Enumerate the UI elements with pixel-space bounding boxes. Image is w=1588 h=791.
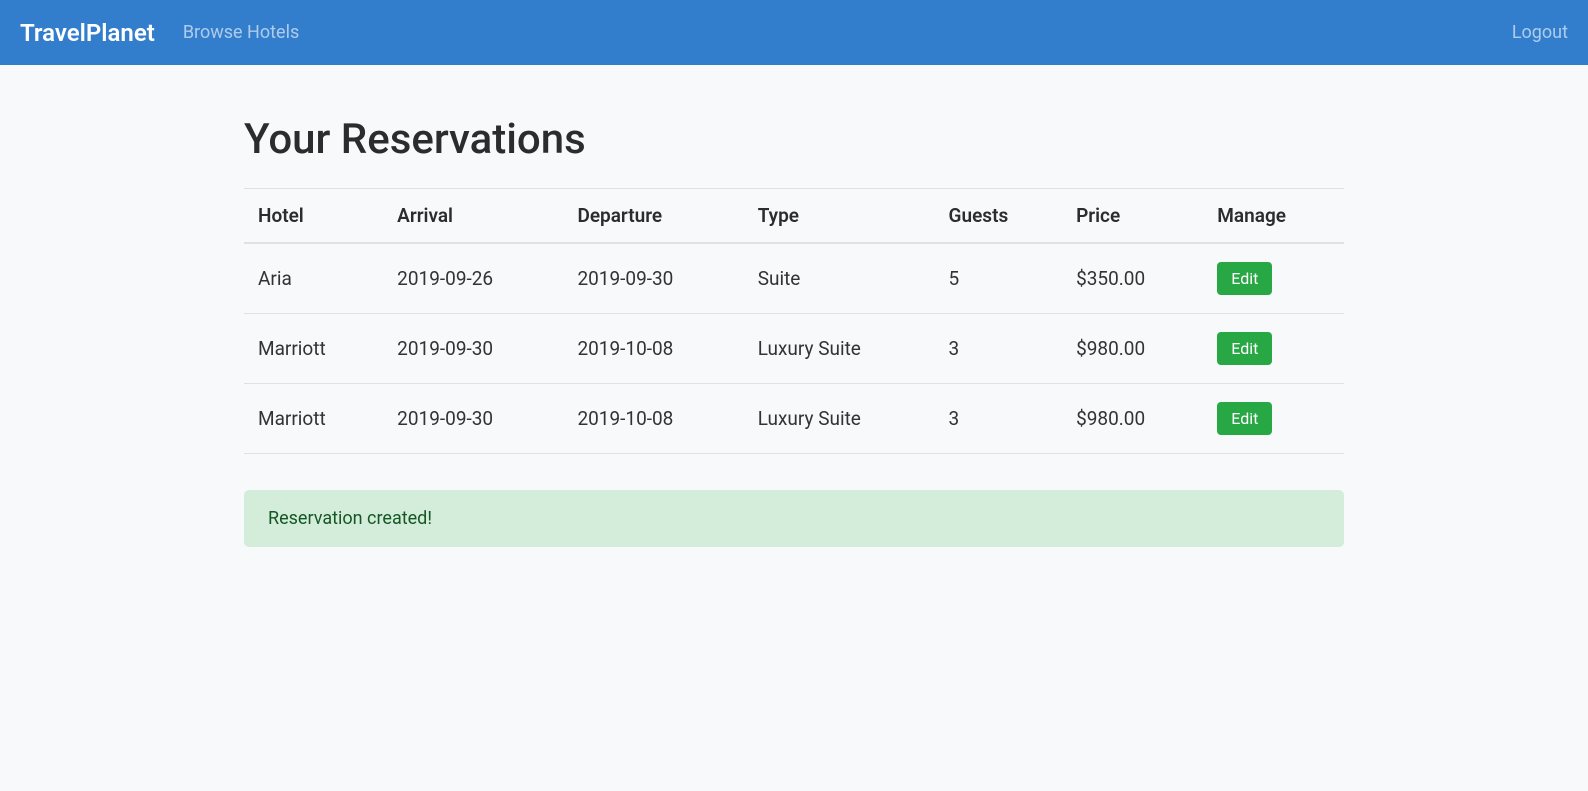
cell-manage: Edit (1203, 314, 1344, 384)
cell-arrival: 2019-09-30 (383, 384, 563, 454)
navbar-left: TravelPlanet Browse Hotels (20, 19, 299, 47)
edit-button[interactable]: Edit (1217, 332, 1272, 365)
cell-price: $980.00 (1062, 384, 1203, 454)
table-row: Marriott 2019-09-30 2019-10-08 Luxury Su… (244, 314, 1344, 384)
header-type: Type (744, 189, 935, 244)
cell-guests: 3 (935, 384, 1063, 454)
header-manage: Manage (1203, 189, 1344, 244)
main-container: Your Reservations Hotel Arrival Departur… (244, 65, 1344, 547)
cell-type: Suite (744, 243, 935, 314)
edit-button[interactable]: Edit (1217, 402, 1272, 435)
cell-price: $980.00 (1062, 314, 1203, 384)
cell-arrival: 2019-09-26 (383, 243, 563, 314)
reservations-table: Hotel Arrival Departure Type Guests Pric… (244, 188, 1344, 454)
header-price: Price (1062, 189, 1203, 244)
header-guests: Guests (935, 189, 1063, 244)
header-departure: Departure (563, 189, 743, 244)
brand-link[interactable]: TravelPlanet (20, 19, 155, 47)
table-row: Marriott 2019-09-30 2019-10-08 Luxury Su… (244, 384, 1344, 454)
navbar-right: Logout (1512, 22, 1568, 43)
cell-type: Luxury Suite (744, 384, 935, 454)
edit-button[interactable]: Edit (1217, 262, 1272, 295)
table-header-row: Hotel Arrival Departure Type Guests Pric… (244, 189, 1344, 244)
logout-link[interactable]: Logout (1512, 22, 1568, 43)
browse-hotels-link[interactable]: Browse Hotels (183, 22, 299, 43)
cell-type: Luxury Suite (744, 314, 935, 384)
cell-arrival: 2019-09-30 (383, 314, 563, 384)
cell-departure: 2019-10-08 (563, 314, 743, 384)
success-alert: Reservation created! (244, 490, 1344, 547)
cell-guests: 5 (935, 243, 1063, 314)
cell-hotel: Aria (244, 243, 383, 314)
table-row: Aria 2019-09-26 2019-09-30 Suite 5 $350.… (244, 243, 1344, 314)
cell-hotel: Marriott (244, 384, 383, 454)
cell-manage: Edit (1203, 243, 1344, 314)
header-hotel: Hotel (244, 189, 383, 244)
navbar: TravelPlanet Browse Hotels Logout (0, 0, 1588, 65)
cell-hotel: Marriott (244, 314, 383, 384)
cell-price: $350.00 (1062, 243, 1203, 314)
cell-departure: 2019-10-08 (563, 384, 743, 454)
cell-guests: 3 (935, 314, 1063, 384)
cell-manage: Edit (1203, 384, 1344, 454)
cell-departure: 2019-09-30 (563, 243, 743, 314)
header-arrival: Arrival (383, 189, 563, 244)
page-title: Your Reservations (244, 115, 1344, 164)
